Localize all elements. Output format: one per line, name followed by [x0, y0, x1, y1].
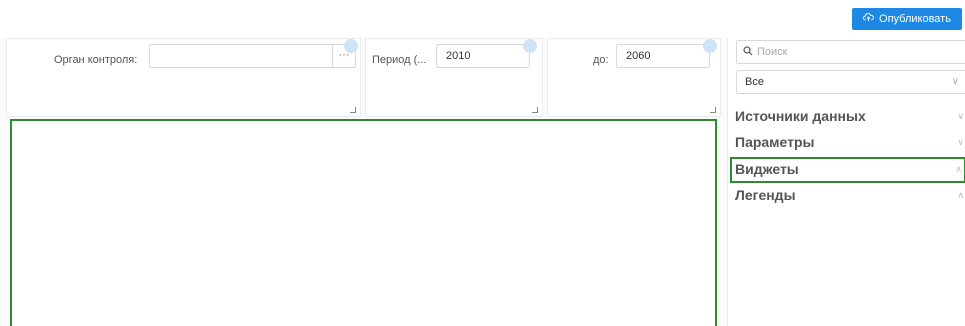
- chevron-up-icon: ∧: [955, 164, 962, 174]
- chevron-down-icon: ∨: [951, 76, 959, 87]
- period-label: Период (...: [372, 54, 427, 66]
- section-parameters[interactable]: Параметры ∨: [730, 130, 965, 156]
- organ-input[interactable]: [149, 44, 333, 68]
- resize-handle[interactable]: [532, 107, 538, 113]
- section-label: Легенды: [735, 187, 796, 203]
- selected-widget[interactable]: [10, 119, 717, 326]
- section-label: Параметры: [735, 134, 815, 150]
- section-legends[interactable]: Легенды ∧: [730, 183, 965, 209]
- period-from-widget[interactable]: Период (... 2010: [365, 38, 543, 117]
- period-to-widget[interactable]: до: 2060: [547, 38, 721, 117]
- drag-handle-dot[interactable]: [703, 39, 717, 53]
- drag-handle-dot[interactable]: [344, 39, 358, 53]
- publish-button[interactable]: Опубликовать: [852, 8, 962, 30]
- period-from-input[interactable]: 2010: [436, 44, 530, 68]
- resize-handle[interactable]: [710, 107, 716, 113]
- drag-handle-dot[interactable]: [523, 39, 537, 53]
- to-label: до:: [593, 54, 609, 66]
- search-field[interactable]: Поиск: [736, 40, 965, 64]
- upload-cloud-icon: [863, 12, 874, 26]
- section-label: Виджеты: [735, 161, 799, 177]
- search-icon: [743, 45, 753, 59]
- section-label: Источники данных: [735, 108, 866, 124]
- resize-handle[interactable]: [350, 107, 356, 113]
- chevron-down-icon: ∨: [957, 111, 964, 121]
- publish-label: Опубликовать: [879, 13, 951, 25]
- properties-panel: Поиск Все ∨ Источники данных ∨ Параметры…: [727, 38, 965, 326]
- filter-select-value: Все: [745, 76, 764, 88]
- section-widgets[interactable]: Виджеты ∧: [730, 157, 965, 183]
- organ-filter-widget[interactable]: Орган контроля: ···: [6, 38, 361, 117]
- section-data-sources[interactable]: Источники данных ∨: [730, 104, 965, 130]
- chevron-up-icon: ∧: [957, 190, 964, 200]
- organ-label: Орган контроля:: [54, 54, 138, 66]
- search-placeholder: Поиск: [757, 46, 788, 58]
- chevron-down-icon: ∨: [957, 137, 964, 147]
- period-to-input[interactable]: 2060: [616, 44, 710, 68]
- filter-select[interactable]: Все ∨: [736, 70, 965, 94]
